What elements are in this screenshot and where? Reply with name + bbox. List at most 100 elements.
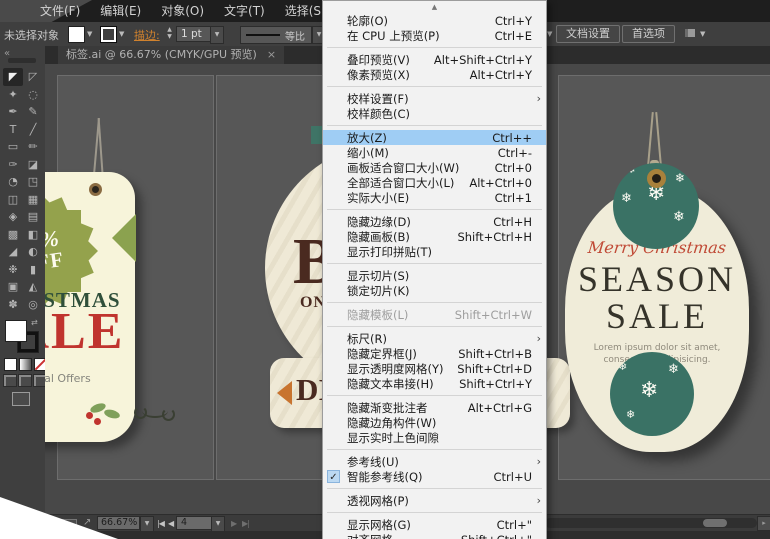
workspace-icon[interactable] (684, 28, 696, 38)
menu-proof-setup[interactable]: 校样设置(F) › (323, 91, 546, 106)
menu-fit-artboard[interactable]: 画板适合窗口大小(W) Ctrl+0 (323, 160, 546, 175)
zoom-tool[interactable]: ◎ (23, 296, 43, 314)
rectangle-tool[interactable]: ▭ (3, 138, 23, 156)
menu-smart-guides[interactable]: ✓ 智能参考线(Q) Ctrl+U (323, 469, 546, 484)
artboard-dropdown-icon[interactable]: ▼ (211, 516, 225, 532)
previous-artboard-button[interactable]: ◀ (168, 519, 174, 528)
draw-normal-button[interactable] (3, 374, 17, 387)
line-segment-tool[interactable]: ╱ (23, 121, 43, 139)
menu-rulers[interactable]: 标尺(R) › (323, 331, 546, 346)
menu-snap-to-grid[interactable]: 对齐网格 Shift+Ctrl+" (323, 532, 546, 539)
menu-guides[interactable]: 参考线(U) › (323, 454, 546, 469)
first-artboard-button[interactable]: |◀ (157, 519, 165, 528)
rotate-tool[interactable]: ◔ (3, 173, 23, 191)
free-transform-tool[interactable]: ▦ (23, 191, 43, 209)
menu-show-transparency-grid[interactable]: 显示透明度网格(Y) Shift+Ctrl+D (323, 361, 546, 376)
menu-item-shortcut: Ctrl+E (494, 28, 532, 43)
menu-type[interactable]: 文字(T) (214, 2, 275, 20)
scrollbar-corner-icon[interactable]: ▸ (757, 516, 770, 531)
menu-show-print-tiling[interactable]: 显示打印拼贴(T) (323, 244, 546, 259)
zoom-dropdown-icon[interactable]: ▼ (140, 516, 154, 532)
scale-tool[interactable]: ◳ (23, 173, 43, 191)
menu-show-grid[interactable]: 显示网格(G) Ctrl+" (323, 517, 546, 532)
curvature-tool[interactable]: ✎ (23, 103, 43, 121)
menu-perspective-grid[interactable]: 透视网格(P) › (323, 493, 546, 508)
eyedropper-tool[interactable]: ◢ (3, 243, 23, 261)
menu-fit-all[interactable]: 全部适合窗口大小(L) Alt+Ctrl+0 (323, 175, 546, 190)
direct-selection-tool[interactable]: ◸ (23, 68, 43, 86)
lasso-tool[interactable]: ◌ (23, 86, 43, 104)
menu-proof-colors[interactable]: 校样颜色(C) (323, 106, 546, 121)
stroke-stepper[interactable]: ▲ ▼ (166, 26, 173, 41)
checkmark-icon (327, 176, 340, 189)
menu-zoom-out[interactable]: 缩小(M) Ctrl+- (323, 145, 546, 160)
screen-mode-button[interactable] (12, 392, 30, 406)
stroke-color-swatch[interactable] (100, 26, 117, 43)
menu-hide-bounding-box[interactable]: 隐藏定界框(J) Shift+Ctrl+B (323, 346, 546, 361)
menu-object[interactable]: 对象(O) (151, 2, 214, 20)
magic-wand-tool[interactable]: ✦ (3, 86, 23, 104)
draw-behind-button[interactable] (18, 374, 32, 387)
stroke-width-dropdown-icon[interactable]: ▼ (210, 26, 224, 44)
gradient-tool[interactable]: ◧ (23, 226, 43, 244)
width-tool[interactable]: ◫ (3, 191, 23, 209)
menu-hide-corner-widget[interactable]: 隐藏边角构件(W) (323, 415, 546, 430)
panel-drag-grip[interactable] (8, 58, 36, 63)
document-setup-button[interactable]: 文档设置 (556, 25, 620, 43)
menu-zoom-in[interactable]: 放大(Z) Ctrl++ (323, 130, 546, 145)
color-button[interactable] (4, 358, 17, 371)
preferences-button[interactable]: 首选项 (622, 25, 675, 43)
stroke-profile-dropdown[interactable]: 等比 (240, 26, 312, 44)
artboard-tool[interactable]: ▣ (3, 278, 23, 296)
shape-builder-tool[interactable]: ◈ (3, 208, 23, 226)
menu-hide-artboards[interactable]: 隐藏画板(B) Shift+Ctrl+H (323, 229, 546, 244)
menu-hide-edges[interactable]: 隐藏边缘(D) Ctrl+H (323, 214, 546, 229)
document-tab[interactable]: 标签.ai @ 66.67% (CMYK/GPU 预览) × (58, 46, 285, 64)
menu-lock-slices[interactable]: 锁定切片(K) (323, 283, 546, 298)
artboard-number-field[interactable]: 4 (176, 516, 212, 530)
selection-tool[interactable]: ◤ (3, 68, 23, 86)
next-artboard-button[interactable]: ▶ (231, 519, 237, 528)
pencil-tool[interactable]: ✑ (3, 156, 23, 174)
paintbrush-tool[interactable]: ✏ (23, 138, 43, 156)
swap-fill-stroke-icon[interactable]: ⇄ (31, 318, 38, 327)
menu-scroll-up[interactable]: ▲ (323, 1, 546, 13)
menu-actual-size[interactable]: 实际大小(E) Ctrl+1 (323, 190, 546, 205)
menu-show-live-paint-gaps[interactable]: 显示实时上色间隙 (323, 430, 546, 445)
menu-hide-text-threads[interactable]: 隐藏文本串接(H) Shift+Ctrl+Y (323, 376, 546, 391)
slice-tool[interactable]: ◭ (23, 278, 43, 296)
menu-overprint-preview[interactable]: 叠印预览(V) Alt+Shift+Ctrl+Y (323, 52, 546, 67)
export-icon[interactable]: ↗ (83, 517, 91, 528)
fill-color-swatch[interactable] (68, 26, 85, 43)
gradient-button[interactable] (19, 358, 32, 371)
zoom-level-field[interactable]: 66.67% (97, 516, 140, 530)
hidden-control-dropdown-icon[interactable]: ▼ (547, 30, 552, 38)
menu-item-label: 隐藏渐变批注者 (347, 400, 428, 415)
pen-tool[interactable]: ✒ (3, 103, 23, 121)
stroke-dropdown-icon[interactable]: ▼ (119, 30, 124, 38)
mesh-tool[interactable]: ▩ (3, 226, 23, 244)
column-graph-tool[interactable]: ▮ (23, 261, 43, 279)
menu-hide-template[interactable]: 隐藏模板(L) Shift+Ctrl+W (323, 307, 546, 322)
menu-file[interactable]: 文件(F) (30, 2, 90, 20)
menu-hide-gradient-annotator[interactable]: 隐藏渐变批注者 Alt+Ctrl+G (323, 400, 546, 415)
stroke-label[interactable]: 描边: (134, 27, 160, 43)
perspective-grid-tool[interactable]: ▤ (23, 208, 43, 226)
fill-dropdown-icon[interactable]: ▼ (87, 30, 92, 38)
eraser-tool[interactable]: ◪ (23, 156, 43, 174)
menu-outline[interactable]: 轮廓(O) Ctrl+Y (323, 13, 546, 28)
fill-indicator[interactable] (5, 320, 27, 342)
blend-tool[interactable]: ◐ (23, 243, 43, 261)
menu-edit[interactable]: 编辑(E) (90, 2, 151, 20)
last-artboard-button[interactable]: ▶| (242, 519, 250, 528)
checkmark-icon (327, 284, 340, 297)
type-tool[interactable]: T (3, 121, 23, 139)
menu-show-slices[interactable]: 显示切片(S) (323, 268, 546, 283)
hand-tool[interactable]: ✽ (3, 296, 23, 314)
menu-preview-on-cpu[interactable]: 在 CPU 上预览(P) Ctrl+E (323, 28, 546, 43)
workspace-dropdown-icon[interactable]: ▼ (700, 30, 705, 38)
symbol-sprayer-tool[interactable]: ❉ (3, 261, 23, 279)
menu-pixel-preview[interactable]: 像素预览(X) Alt+Ctrl+Y (323, 67, 546, 82)
horizontal-scrollbar-thumb[interactable] (703, 519, 727, 527)
close-tab-icon[interactable]: × (267, 48, 276, 61)
